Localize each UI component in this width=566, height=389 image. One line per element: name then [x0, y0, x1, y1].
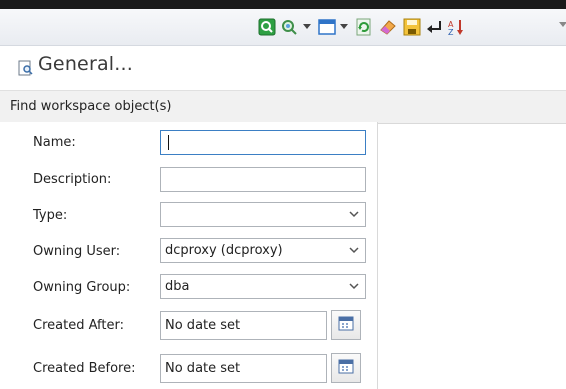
- toolbar-overflow-icon[interactable]: [559, 22, 566, 27]
- type-select[interactable]: [160, 202, 366, 227]
- created-before-input[interactable]: No date set: [160, 354, 327, 383]
- svg-text:Z: Z: [448, 28, 454, 36]
- owning-group-label: Owning Group:: [33, 280, 131, 295]
- search-icon[interactable]: [258, 18, 276, 36]
- created-after-input[interactable]: No date set: [160, 311, 327, 340]
- owning-user-select[interactable]: dcproxy (dcproxy): [160, 238, 366, 263]
- search-document-icon: [18, 60, 34, 80]
- created-after-value: No date set: [165, 318, 241, 333]
- created-before-value: No date set: [165, 361, 241, 376]
- owning-user-value: dcproxy (dcproxy): [165, 243, 283, 258]
- find-dropdown-icon[interactable]: [280, 18, 300, 36]
- owning-group-select[interactable]: dba: [160, 274, 366, 299]
- panel-title: General...: [38, 53, 133, 75]
- chevron-down-icon[interactable]: [346, 206, 362, 223]
- calendar-icon: [338, 358, 354, 378]
- chevron-down-icon[interactable]: [346, 242, 362, 259]
- owning-user-label: Owning User:: [33, 244, 121, 259]
- created-before-label: Created Before:: [33, 361, 136, 376]
- section-header: Find workspace object(s): [0, 90, 566, 124]
- chevron-down-icon[interactable]: [340, 24, 348, 29]
- calendar-icon: [338, 315, 354, 335]
- name-input[interactable]: [160, 130, 366, 155]
- section-header-label: Find workspace object(s): [10, 99, 172, 114]
- sort-icon[interactable]: AZ: [447, 18, 465, 36]
- window-icon[interactable]: [318, 18, 336, 36]
- clear-icon[interactable]: [378, 18, 398, 36]
- owning-group-value: dba: [165, 279, 190, 294]
- text-caret: [168, 135, 169, 150]
- created-after-calendar-button[interactable]: [331, 310, 361, 340]
- return-icon[interactable]: [425, 18, 443, 36]
- type-label: Type:: [33, 208, 68, 223]
- chevron-down-icon[interactable]: [303, 24, 311, 29]
- name-label: Name:: [33, 135, 76, 150]
- save-icon[interactable]: [403, 18, 421, 36]
- refresh-icon[interactable]: [355, 18, 373, 36]
- description-label: Description:: [33, 172, 112, 187]
- description-input[interactable]: [160, 167, 366, 192]
- created-before-calendar-button[interactable]: [331, 353, 361, 383]
- chevron-down-icon[interactable]: [346, 278, 362, 295]
- toolbar: AZ: [0, 9, 566, 46]
- created-after-label: Created After:: [33, 318, 124, 333]
- top-strip: [0, 0, 566, 9]
